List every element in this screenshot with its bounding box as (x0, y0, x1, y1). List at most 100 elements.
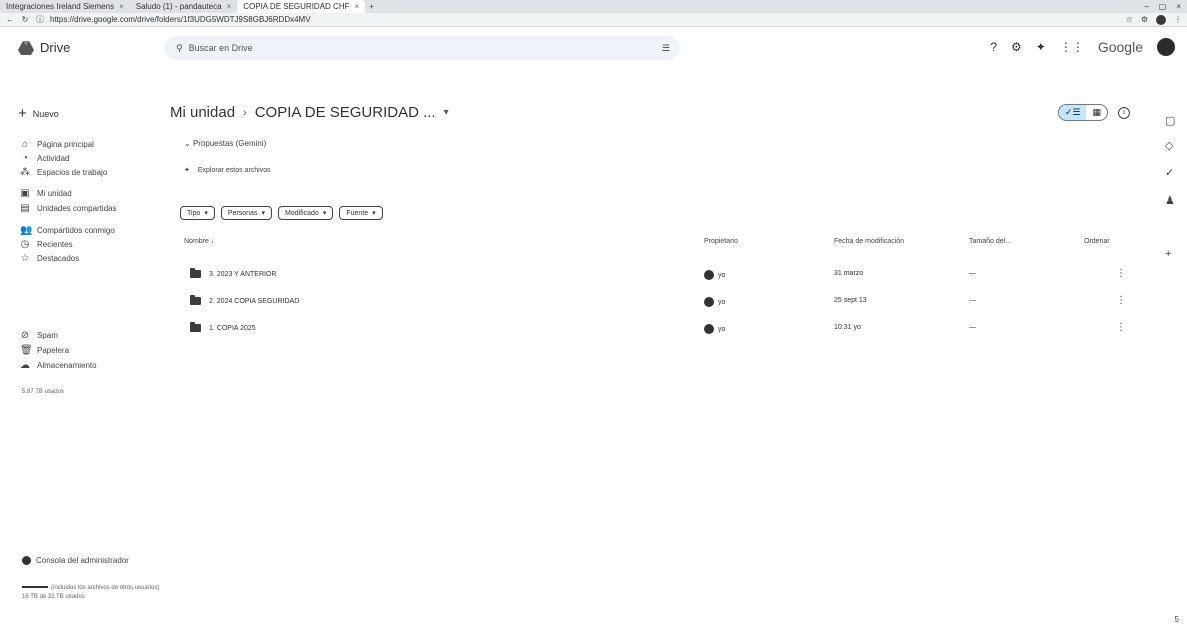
drive-logo-icon (18, 40, 34, 55)
column-sort[interactable]: Ordenar (1084, 238, 1110, 245)
view-tools: ✓☰ ▦ i (1057, 104, 1130, 121)
browser-menu-icon[interactable]: ⋮ (1174, 15, 1182, 24)
spam-icon: ⊘ (20, 330, 30, 341)
sidebar-item-shared-with-me[interactable]: 👥 Compartidos conmigo (20, 225, 115, 236)
settings-icon[interactable]: ⚙ (1011, 40, 1022, 54)
add-addon-icon[interactable]: + (1165, 248, 1171, 260)
close-tab-icon[interactable]: × (355, 2, 360, 11)
calendar-icon[interactable]: ▢ (1165, 114, 1175, 127)
sidebar-item-workspaces[interactable]: ⁂ Espacios de trabajo (20, 167, 107, 178)
list-view-icon[interactable]: ✓☰ (1058, 105, 1087, 120)
column-owner[interactable]: Propietario (704, 238, 738, 245)
my-drive-icon: ▣ (20, 188, 30, 199)
search-input[interactable]: Buscar en Drive (189, 43, 253, 53)
chevron-down-icon: ▾ (204, 210, 208, 217)
column-size[interactable]: Tamaño del... (969, 238, 1011, 245)
folder-icon (190, 322, 201, 332)
sidebar-item-shared-drives[interactable]: ▤ Unidades compartidas (20, 203, 117, 214)
sidebar-item-spam[interactable]: ⊘ Spam (20, 330, 58, 341)
close-tab-icon[interactable]: × (227, 2, 232, 11)
maximize-icon[interactable]: ▢ (1159, 2, 1167, 11)
storage-total: 16 TB de 32 TB usados (22, 594, 85, 600)
new-button[interactable]: + Nuevo (18, 106, 59, 121)
search-bar[interactable]: ⚲ Buscar en Drive ☰ (164, 36, 680, 60)
tab-label: Saludo (1) - pandauteca (135, 2, 222, 11)
filter-modified[interactable]: Modificado ▾ (277, 206, 334, 220)
sidebar-item-my-drive[interactable]: ▣ Mi unidad (20, 188, 71, 199)
apps-grid-icon[interactable]: ⋮⋮ (1060, 40, 1084, 54)
shared-with-me-icon: 👥 (20, 225, 33, 236)
chevron-down-icon[interactable]: ▾ (444, 107, 449, 118)
url-field[interactable]: https://drive.google.com/drive/folders/1… (50, 15, 311, 24)
breadcrumb-my-drive[interactable]: Mi unidad (170, 104, 235, 121)
tasks-icon[interactable]: ✓ (1165, 166, 1174, 179)
file-name: 3. 2023 Y ANTERIOR (209, 270, 277, 278)
search-options-icon[interactable]: ☰ (662, 43, 670, 54)
search-icon[interactable]: ⚲ (176, 43, 183, 54)
chip-label: Tipo (187, 209, 201, 217)
filter-source[interactable]: Fuente ▾ (339, 206, 383, 220)
more-options-icon[interactable]: ⋮ (1116, 295, 1126, 306)
gemini-icon[interactable]: ✦ (1036, 40, 1046, 54)
more-options-icon[interactable]: ⋮ (1116, 322, 1126, 333)
filter-type[interactable]: Tipo ▾ (180, 206, 215, 220)
browser-tab[interactable]: Integraciones Ireland Siemens × (0, 0, 130, 13)
drive-logo[interactable]: Drive (18, 40, 70, 55)
table-row[interactable]: 1. COPIA 2025 yo 10:31 yo — ⋮ (184, 318, 1134, 342)
main-content: Mi unidad › COPIA DE SEGURIDAD ... ▾ ✓☰ … (170, 84, 1150, 624)
admin-icon (22, 556, 31, 565)
contacts-icon[interactable]: ♟ (1165, 194, 1175, 207)
filter-people[interactable]: Personas ▾ (220, 206, 272, 220)
sidebar-item-starred[interactable]: ☆ Destacados (20, 253, 80, 264)
column-name[interactable]: Nombre ↓ (184, 238, 214, 245)
keep-icon[interactable]: ◇ (1165, 139, 1173, 152)
modified-cell: 25 sept 13 (834, 297, 867, 304)
reload-icon[interactable]: ↻ (20, 15, 30, 24)
modified-cell: 31 marzo (834, 270, 864, 277)
storage-icon: ☁ (20, 360, 30, 371)
sidebar-item-label: Recientes (37, 240, 73, 249)
close-window-icon[interactable]: × (1176, 2, 1181, 11)
grid-view-icon[interactable]: ▦ (1086, 105, 1107, 120)
storage-summary: (incluidos los archivos de otros usuario… (22, 584, 159, 602)
admin-console-link[interactable]: Consola del administrador (22, 556, 129, 565)
chevron-down-icon: ⌄ (184, 139, 191, 148)
extensions-icon[interactable]: ⚙ (1141, 15, 1148, 24)
table-row[interactable]: 3. 2023 Y ANTERIOR yo 31 marzo — ⋮ (184, 264, 1134, 288)
suggestions-toggle[interactable]: ⌄ Propuestas (Gemini) (184, 139, 266, 148)
site-info-icon[interactable]: ⓘ (35, 14, 45, 25)
storage-link[interactable]: (incluidos los archivos de otros usuario… (51, 585, 159, 591)
account-avatar[interactable] (1157, 38, 1175, 56)
breadcrumb-current-folder[interactable]: COPIA DE SEGURIDAD ... (255, 104, 436, 121)
close-tab-icon[interactable]: × (119, 2, 124, 11)
new-button-label: Nuevo (32, 108, 59, 119)
table-row[interactable]: 2. 2024 COPIA SEGURIDAD yo 25 sept 13 — … (184, 291, 1134, 315)
chevron-down-icon: ▾ (372, 210, 376, 217)
sidebar-item-recent[interactable]: ◷ Recientes (20, 239, 73, 250)
help-icon[interactable]: ? (990, 40, 997, 54)
sidebar-item-home[interactable]: ⌂ Página principal (20, 139, 94, 150)
browser-tab-active[interactable]: COPIA DE SEGURIDAD CHF × (237, 0, 366, 13)
new-tab-button[interactable]: + (365, 2, 378, 11)
star-bookmark-icon[interactable]: ☆ (1126, 15, 1133, 24)
owner-cell: yo (704, 297, 725, 307)
owner-avatar (704, 297, 714, 307)
sidebar-item-trash[interactable]: 🗑 Papelera (20, 345, 69, 356)
sidebar-item-storage[interactable]: ☁ Almacenamiento (20, 360, 97, 371)
size-cell: — (969, 270, 976, 277)
browser-tab[interactable]: Saludo (1) - pandauteca × (130, 0, 238, 13)
suggestion-card[interactable]: ✦ Explorar estos archivos (184, 166, 271, 175)
size-cell: — (969, 297, 976, 304)
file-name: 1. COPIA 2025 (209, 324, 256, 332)
profile-avatar[interactable] (1156, 14, 1166, 25)
table-header: Nombre ↓ Propietario Fecha de modificaci… (184, 238, 1134, 252)
more-options-icon[interactable]: ⋮ (1116, 268, 1126, 279)
minimize-icon[interactable]: – (1144, 2, 1148, 11)
suggestion-label: Explorar estos archivos (197, 166, 271, 174)
column-modified[interactable]: Fecha de modificación (834, 238, 904, 245)
folder-icon (190, 268, 201, 278)
sidebar-item-label: Unidades compartidas (37, 204, 117, 213)
sidebar-item-activity[interactable]: ◔ Actividad (20, 153, 70, 164)
info-icon[interactable]: i (1118, 106, 1130, 119)
back-icon[interactable]: ← (5, 15, 15, 24)
